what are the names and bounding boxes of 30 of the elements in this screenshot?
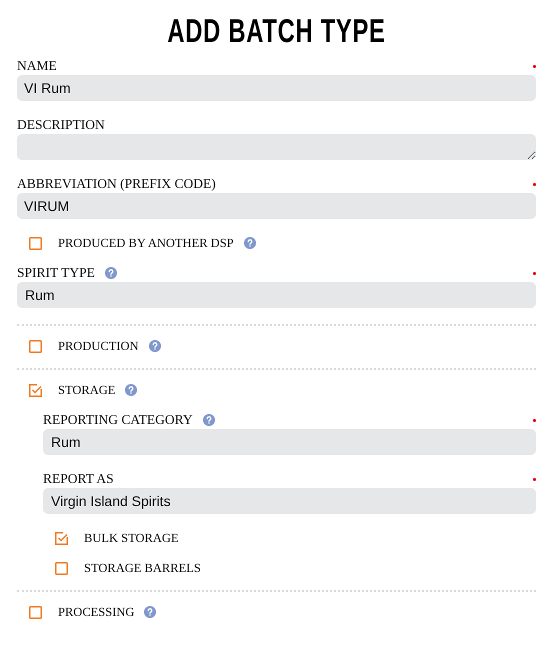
checkbox-label: STORAGE <box>58 382 116 398</box>
field-label: SPIRIT TYPE <box>17 265 95 281</box>
help-icon[interactable] <box>244 237 256 249</box>
field-label: REPORT AS <box>43 471 114 487</box>
input-field[interactable]: VI Rum <box>17 75 536 101</box>
checkbox[interactable] <box>55 532 68 544</box>
checkbox[interactable] <box>55 562 68 574</box>
help-icon[interactable] <box>144 606 156 618</box>
checkbox-label: PROCESSING <box>58 604 134 620</box>
help-icon[interactable] <box>104 267 117 279</box>
field-label: ABBREVIATION (PREFIX CODE) <box>17 176 216 192</box>
dropdown[interactable]: Rum <box>17 282 536 308</box>
checkbox[interactable] <box>29 236 42 250</box>
checkbox[interactable] <box>29 384 42 396</box>
checkbox[interactable] <box>29 340 42 352</box>
dropdown[interactable]: Rum <box>43 429 536 455</box>
page-title: ADD BATCH TYPE <box>167 14 386 47</box>
checkbox-label: PRODUCED BY ANOTHER DSP <box>58 235 234 251</box>
field-label: DESCRIPTION <box>17 117 105 133</box>
field-label: REPORTING CATEGORY <box>43 412 193 428</box>
help-icon[interactable] <box>148 340 161 352</box>
checkbox-label: PRODUCTION <box>58 338 139 354</box>
field-label: NAME <box>17 58 57 74</box>
help-icon[interactable] <box>202 414 215 426</box>
checkbox-label: STORAGE BARRELS <box>84 560 201 576</box>
help-icon[interactable] <box>125 384 138 396</box>
checkbox[interactable] <box>29 606 42 618</box>
input-field[interactable]: VIRUM <box>17 193 536 219</box>
checkbox-label: BULK STORAGE <box>84 530 179 546</box>
dropdown[interactable]: Virgin Island Spirits <box>43 488 536 514</box>
